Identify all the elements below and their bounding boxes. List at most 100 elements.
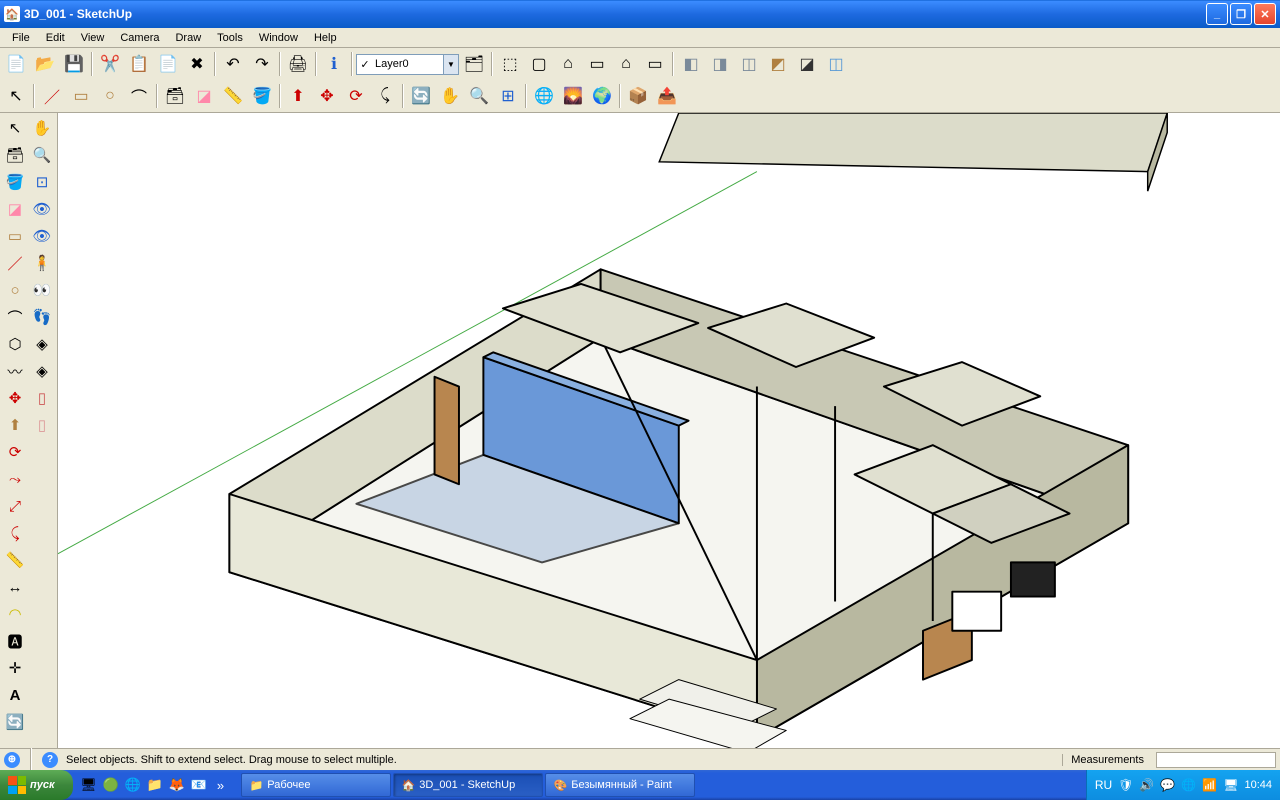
print-icon[interactable]: 🖨: [284, 50, 312, 78]
model-info-icon[interactable]: ℹ: [320, 50, 348, 78]
delete-icon[interactable]: ✖: [183, 50, 211, 78]
freehand-tool-icon[interactable]: 〰: [2, 358, 28, 384]
menu-edit[interactable]: Edit: [38, 30, 73, 46]
select-tool-icon[interactable]: ↖: [2, 115, 28, 141]
rotate-tool-icon[interactable]: ⟳: [342, 82, 370, 110]
task-button[interactable]: 🎨 Безымянный - Paint: [545, 773, 695, 797]
eraser-tool-icon[interactable]: ◪: [190, 82, 218, 110]
left-view-icon[interactable]: ▭: [641, 50, 669, 78]
line-tool-icon[interactable]: ／: [38, 82, 66, 110]
menu-draw[interactable]: Draw: [167, 30, 209, 46]
ql-icon[interactable]: 🌐: [123, 775, 143, 795]
ql-icon[interactable]: 📧: [189, 775, 209, 795]
tray-icon[interactable]: 📶: [1202, 778, 1217, 792]
tape-measure-icon[interactable]: 📏: [219, 82, 247, 110]
layer-name-input[interactable]: [373, 55, 443, 74]
move-tool-icon[interactable]: ✥: [2, 385, 28, 411]
redo-icon[interactable]: ↷: [248, 50, 276, 78]
layer-manager-icon[interactable]: 🗂: [460, 50, 488, 78]
push-pull-icon[interactable]: ⬆: [284, 82, 312, 110]
measurements-input[interactable]: [1156, 752, 1276, 768]
orbit-tool-icon[interactable]: 🔄: [407, 82, 435, 110]
section-cut-icon[interactable]: ▯: [29, 385, 55, 411]
help-icon[interactable]: ?: [42, 752, 58, 768]
back-view-icon[interactable]: ⌂: [612, 50, 640, 78]
menu-view[interactable]: View: [73, 30, 113, 46]
line-tool-icon[interactable]: ／: [2, 250, 28, 276]
make-component-icon[interactable]: 🗃: [2, 142, 28, 168]
menu-camera[interactable]: Camera: [112, 30, 167, 46]
section-plane-icon[interactable]: ◈: [29, 331, 55, 357]
axes-tool-icon[interactable]: ✛: [2, 655, 28, 681]
follow-me-icon[interactable]: ⤳: [2, 466, 28, 492]
get-location-icon[interactable]: 🌐: [530, 82, 558, 110]
position-camera-icon[interactable]: 🧍: [29, 250, 55, 276]
geo-icon[interactable]: ⊕: [4, 752, 20, 768]
chevron-down-icon[interactable]: ▼: [443, 55, 458, 74]
menu-tools[interactable]: Tools: [209, 30, 251, 46]
shaded-textures-icon[interactable]: ◨: [706, 50, 734, 78]
rectangle-tool-icon[interactable]: ▭: [2, 223, 28, 249]
get-models-icon[interactable]: 📦: [624, 82, 652, 110]
rotate-tool-icon[interactable]: ⟳: [2, 439, 28, 465]
offset-tool-icon[interactable]: ⤹: [371, 82, 399, 110]
push-pull-icon[interactable]: ⬆: [2, 412, 28, 438]
tray-icon[interactable]: 💬: [1160, 778, 1175, 792]
rectangle-tool-icon[interactable]: ▭: [67, 82, 95, 110]
ql-icon[interactable]: 🦊: [167, 775, 187, 795]
polygon-tool-icon[interactable]: ⬡: [2, 331, 28, 357]
layer-selector[interactable]: ✓ ▼: [356, 54, 459, 75]
cut-icon[interactable]: ✂️: [96, 50, 124, 78]
viewport-3d[interactable]: [58, 113, 1280, 748]
tray-icon[interactable]: 🖥: [1223, 778, 1238, 792]
zoom-tool-icon[interactable]: 🔍: [465, 82, 493, 110]
undo-icon[interactable]: ↶: [219, 50, 247, 78]
close-button[interactable]: ✕: [1254, 3, 1276, 25]
menu-file[interactable]: File: [4, 30, 38, 46]
upload-model-icon[interactable]: 📤: [653, 82, 681, 110]
text-tool-icon[interactable]: 🅰: [2, 628, 28, 654]
ql-icon[interactable]: 📁: [145, 775, 165, 795]
new-file-icon[interactable]: 📄: [2, 50, 30, 78]
ql-icon[interactable]: 🟢: [101, 775, 121, 795]
circle-tool-icon[interactable]: ○: [2, 277, 28, 303]
section-display-icon[interactable]: ◈: [29, 358, 55, 384]
next-view-icon[interactable]: 👁: [29, 223, 55, 249]
tray-icon[interactable]: 🛡: [1118, 778, 1133, 792]
pan-tool-icon[interactable]: ✋: [436, 82, 464, 110]
circle-tool-icon[interactable]: ○: [96, 82, 124, 110]
orbit-tool-icon[interactable]: 🔄: [2, 709, 28, 735]
arc-tool-icon[interactable]: ⌒: [2, 304, 28, 330]
show-desktop-icon[interactable]: 🖥: [79, 775, 99, 795]
paint-bucket-icon[interactable]: 🪣: [248, 82, 276, 110]
open-file-icon[interactable]: 📂: [31, 50, 59, 78]
maximize-button[interactable]: ❐: [1230, 3, 1252, 25]
zoom-extents-icon[interactable]: ⊞: [494, 82, 522, 110]
monochrome-icon[interactable]: ◪: [793, 50, 821, 78]
zoom-window-icon[interactable]: ⊡: [29, 169, 55, 195]
dimension-tool-icon[interactable]: ↔: [2, 574, 28, 600]
eraser-tool-icon[interactable]: ◪: [2, 196, 28, 222]
make-component-icon[interactable]: 🗃: [161, 82, 189, 110]
save-file-icon[interactable]: 💾: [60, 50, 88, 78]
toggle-terrain-icon[interactable]: 🌄: [559, 82, 587, 110]
start-button[interactable]: пуск: [0, 770, 73, 800]
copy-icon[interactable]: 📋: [125, 50, 153, 78]
hidden-line-icon[interactable]: ◩: [764, 50, 792, 78]
language-indicator[interactable]: RU: [1095, 778, 1112, 792]
paste-icon[interactable]: 📄: [154, 50, 182, 78]
protractor-icon[interactable]: ◠: [2, 601, 28, 627]
zoom-tool-icon[interactable]: 🔍: [29, 142, 55, 168]
share-model-icon[interactable]: 🌍: [588, 82, 616, 110]
menu-help[interactable]: Help: [306, 30, 345, 46]
xray-icon[interactable]: ◫: [822, 50, 850, 78]
tray-icon[interactable]: 🌐: [1181, 778, 1196, 792]
pan-tool-icon[interactable]: ✋: [29, 115, 55, 141]
section-fill-icon[interactable]: ▯: [29, 412, 55, 438]
wireframe-icon[interactable]: ◫: [735, 50, 763, 78]
shaded-icon[interactable]: ◧: [677, 50, 705, 78]
task-button[interactable]: 📁 Рабочее: [241, 773, 391, 797]
task-button[interactable]: 🏠 3D_001 - SketchUp: [393, 773, 543, 797]
menu-window[interactable]: Window: [251, 30, 306, 46]
iso-view-icon[interactable]: ⬚: [496, 50, 524, 78]
